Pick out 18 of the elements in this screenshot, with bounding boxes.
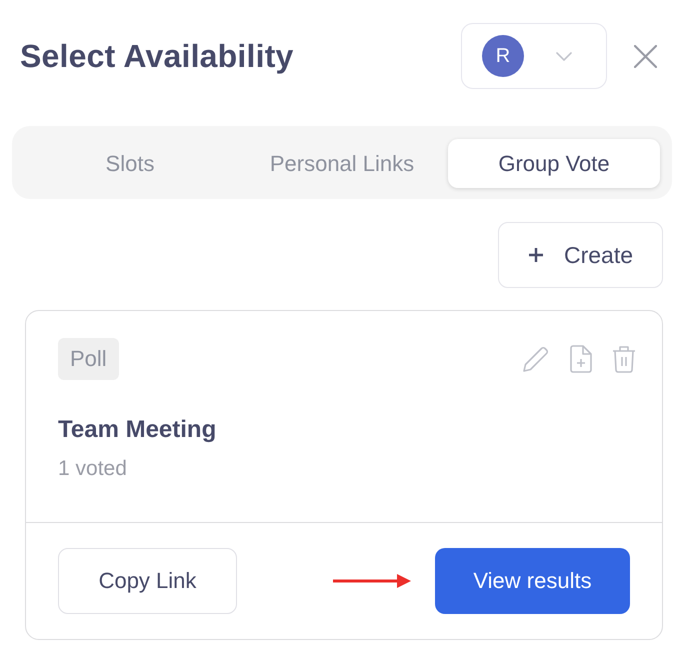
tab[interactable]: Group Vote: [448, 139, 660, 188]
close-icon[interactable]: [634, 44, 657, 68]
vote-count: 1 voted: [58, 457, 128, 481]
tab[interactable]: Slots: [24, 139, 236, 188]
plus-icon: [528, 247, 544, 263]
poll-tag: Poll: [58, 338, 119, 380]
trash-icon[interactable]: [612, 345, 636, 373]
pencil-icon[interactable]: [522, 345, 550, 373]
account-dropdown[interactable]: R: [461, 23, 607, 89]
avatar-initial: R: [482, 35, 524, 77]
copy-link-button[interactable]: Copy Link: [58, 548, 237, 614]
poll-title: Team Meeting: [58, 416, 218, 444]
view-results-button[interactable]: View results: [435, 548, 630, 614]
tab[interactable]: Personal Links: [236, 139, 448, 188]
create-button[interactable]: Create: [498, 222, 663, 288]
dialog-title: Select Availability: [20, 38, 295, 74]
chevron-down-icon: [556, 52, 572, 60]
file-plus-icon[interactable]: [570, 345, 592, 373]
